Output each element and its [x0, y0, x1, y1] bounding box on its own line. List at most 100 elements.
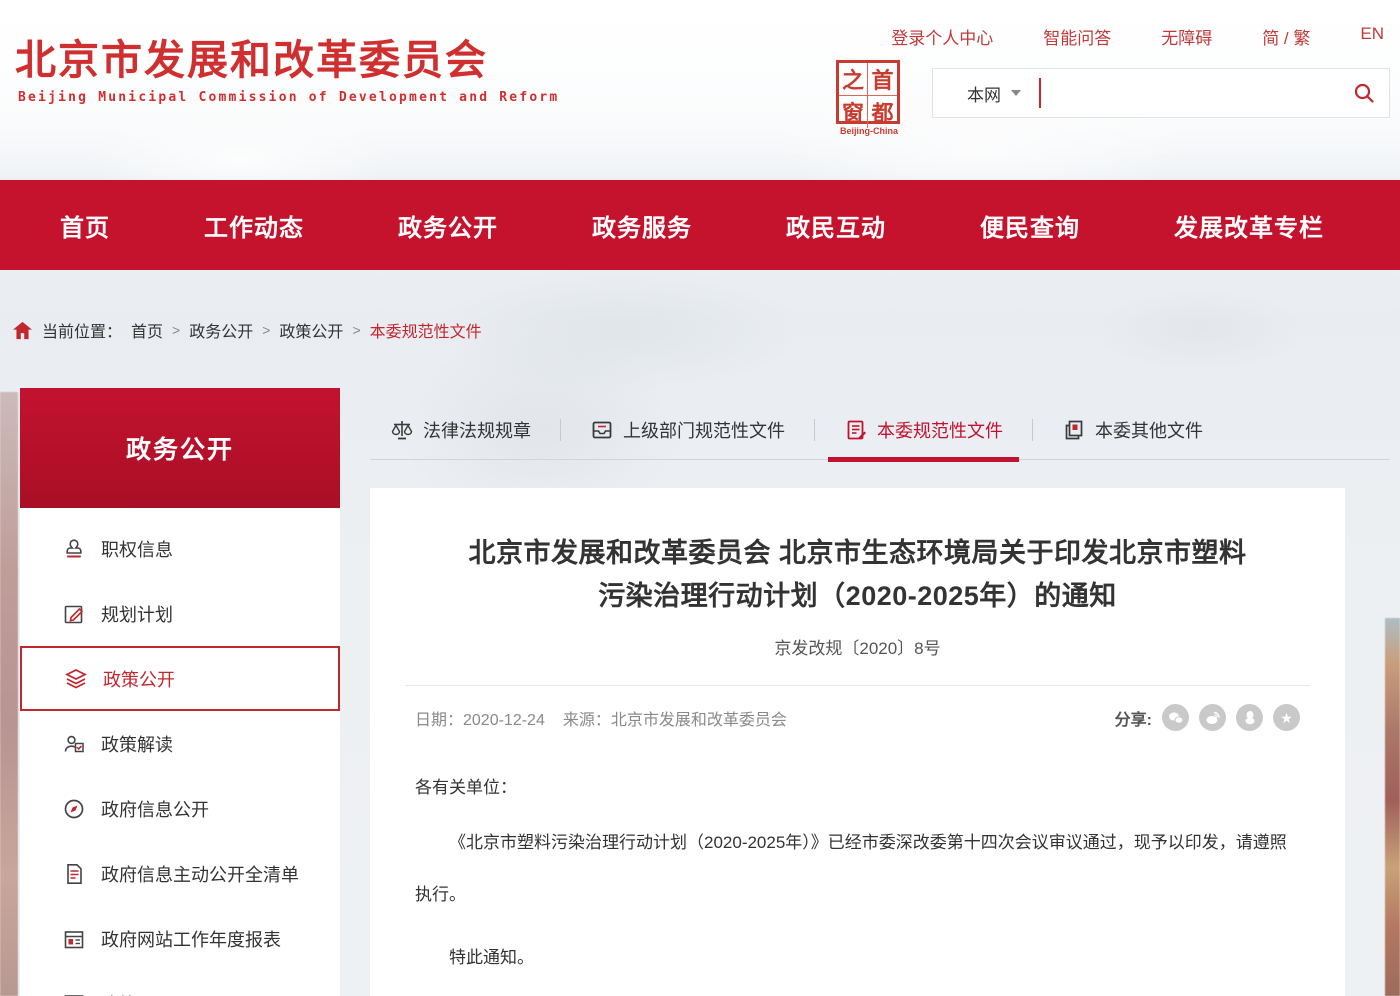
share-qq-button[interactable]	[1236, 704, 1263, 731]
stamp-icon	[62, 537, 86, 561]
sidebar-item-label: 政府网站工作年度报表	[101, 926, 281, 952]
seal-char: 首	[868, 63, 897, 96]
sidebar-header: 政务公开	[20, 388, 340, 508]
article-source: 来源：北京市发展和改革委员会	[563, 706, 787, 730]
article-panel: 北京市发展和改革委员会 北京市生态环境局关于印发北京市塑料 污染治理行动计划（2…	[370, 488, 1345, 996]
search-input[interactable]	[1041, 69, 1339, 117]
login-personal-center-link[interactable]: 登录个人中心	[891, 24, 993, 49]
sidebar-item-policy-disclosure[interactable]: 政策公开	[20, 646, 340, 711]
article-title-line1: 北京市发展和改革委员会 北京市生态环境局关于印发北京市塑料	[468, 538, 1246, 568]
sidebar-item-authority-info[interactable]: 职权信息	[20, 516, 340, 581]
search-scope-label: 本网	[967, 81, 1001, 106]
breadcrumb-home[interactable]: 首页	[131, 318, 163, 342]
search-icon	[1353, 82, 1375, 104]
sidebar-menu: 职权信息 规划计划 政策公开	[20, 508, 340, 996]
breadcrumb-disclosure[interactable]: 政务公开	[189, 318, 253, 342]
breadcrumb-current: 本委规范性文件	[370, 318, 482, 342]
nav-government-affairs-disclosure[interactable]: 政务公开	[398, 208, 498, 243]
document-category-tabs: 法律法规规章 上级部门规范性文件 本委规范性文件	[370, 400, 1390, 460]
page: 北京市发展和改革委员会 Beijing Municipal Commission…	[0, 0, 1400, 996]
docs-copy-icon	[1062, 418, 1086, 442]
menu-list-icon	[62, 992, 86, 996]
sidebar: 政务公开 职权信息 规划计划	[20, 388, 340, 996]
document-number: 京发改规〔2020〕8号	[415, 634, 1300, 659]
seal-caption: Beijing-China	[832, 126, 906, 136]
article-salutation: 各有关单位：	[415, 773, 1300, 803]
sidebar-item-proactive-disclosure-list[interactable]: 政府信息主动公开全清单	[20, 841, 340, 906]
site-logo-title[interactable]: 北京市发展和改革委员会	[15, 26, 488, 86]
breadcrumb: 当前位置： 首页 > 政务公开 > 政策公开 > 本委规范性文件	[12, 318, 482, 342]
divider	[405, 685, 1310, 686]
nav-reform-special-column[interactable]: 发展改革专栏	[1174, 208, 1324, 243]
nav-government-services[interactable]: 政务服务	[592, 208, 692, 243]
article-date: 日期：2020-12-24	[415, 706, 545, 730]
sidebar-item-planning[interactable]: 规划计划	[20, 581, 340, 646]
simplified-traditional-link[interactable]: 简 / 繁	[1262, 24, 1310, 49]
nav-public-interaction[interactable]: 政民互动	[786, 208, 886, 243]
chevron-down-icon	[1011, 90, 1021, 96]
search-button[interactable]	[1339, 69, 1389, 117]
tab-laws-regulations[interactable]: 法律法规规章	[390, 400, 531, 459]
share-weibo-button[interactable]	[1199, 704, 1226, 731]
sidebar-item-government-info-disclosure[interactable]: 政府信息公开	[20, 776, 340, 841]
star-icon: ★	[1280, 711, 1293, 725]
seal-char: 窗	[839, 96, 868, 128]
article-title-line2: 污染治理行动计划（2020-2025年）的通知	[598, 581, 1117, 611]
tab-superior-normative-documents[interactable]: 上级部门规范性文件	[590, 400, 785, 459]
tab-label: 上级部门规范性文件	[623, 417, 785, 443]
scales-icon	[390, 418, 414, 442]
english-link[interactable]: EN	[1360, 24, 1384, 49]
sidebar-item-label: 职权信息	[101, 536, 173, 562]
tab-label: 本委规范性文件	[877, 417, 1003, 443]
sidebar-item-label: 政府信息主动公开全清单	[101, 861, 299, 887]
home-icon[interactable]	[12, 321, 33, 340]
weibo-icon	[1205, 711, 1221, 725]
article-meta-left: 日期：2020-12-24 来源：北京市发展和改革委员会	[415, 706, 787, 730]
wechat-icon	[1168, 711, 1184, 725]
seal-char: 之	[839, 63, 868, 96]
seal-char: 都	[868, 96, 897, 128]
left-architecture-background	[0, 392, 18, 996]
right-architecture-background	[1385, 618, 1400, 996]
tab-commission-normative-documents[interactable]: 本委规范性文件	[844, 400, 1003, 459]
search-bar: 本网	[932, 68, 1390, 118]
breadcrumb-separator: >	[172, 322, 180, 338]
smart-qa-link[interactable]: 智能问答	[1043, 24, 1111, 49]
sidebar-item-policy-interpretation[interactable]: 政策解读	[20, 711, 340, 776]
article-title: 北京市发展和改革委员会 北京市生态环境局关于印发北京市塑料 污染治理行动计划（2…	[415, 532, 1300, 618]
nav-convenience-query[interactable]: 便民查询	[980, 208, 1080, 243]
sidebar-item-label: 规划计划	[101, 601, 173, 627]
breadcrumb-label: 当前位置：	[42, 318, 122, 342]
calendar-table-icon	[62, 927, 86, 951]
site-logo-subtitle: Beijing Municipal Commission of Developm…	[18, 90, 559, 105]
capital-window-seal-logo[interactable]: 之 首 窗 都	[836, 60, 900, 124]
sidebar-item-website-annual-report[interactable]: 政府网站工作年度报表	[20, 906, 340, 971]
qq-icon	[1243, 710, 1257, 725]
article-body: 各有关单位： 《北京市塑料污染治理行动计划（2020-2025年）》已经市委深改…	[415, 773, 1300, 996]
tab-divider	[1032, 419, 1033, 441]
article-notice: 特此通知。	[415, 943, 1300, 973]
sidebar-item-label: 决策目录	[101, 991, 173, 996]
inbox-doc-icon	[590, 418, 614, 442]
article-paragraph: 《北京市塑料污染治理行动计划（2020-2025年）》已经市委深改委第十四次会议…	[415, 817, 1300, 921]
tab-divider	[814, 419, 815, 441]
sidebar-item-label: 政策解读	[101, 731, 173, 757]
accessibility-link[interactable]: 无障碍	[1161, 24, 1212, 49]
share-favorite-button[interactable]: ★	[1273, 704, 1300, 731]
search-scope-dropdown[interactable]: 本网	[933, 81, 1021, 106]
compass-icon	[62, 797, 86, 821]
pen-square-icon	[62, 602, 86, 626]
nav-home[interactable]: 首页	[60, 208, 110, 243]
article-meta: 日期：2020-12-24 来源：北京市发展和改革委员会 分享:	[415, 704, 1300, 731]
doc-list-icon	[62, 862, 86, 886]
tab-commission-other-documents[interactable]: 本委其他文件	[1062, 400, 1203, 459]
site-header: 北京市发展和改革委员会 Beijing Municipal Commission…	[0, 0, 1400, 180]
tab-divider	[560, 419, 561, 441]
layers-icon	[64, 667, 88, 691]
nav-work-updates[interactable]: 工作动态	[204, 208, 304, 243]
breadcrumb-policy[interactable]: 政策公开	[279, 318, 343, 342]
sidebar-item-decision-catalog[interactable]: 决策目录	[20, 971, 340, 996]
share-wechat-button[interactable]	[1162, 704, 1189, 731]
tab-label: 本委其他文件	[1095, 417, 1203, 443]
sidebar-item-label: 政策公开	[103, 666, 175, 692]
